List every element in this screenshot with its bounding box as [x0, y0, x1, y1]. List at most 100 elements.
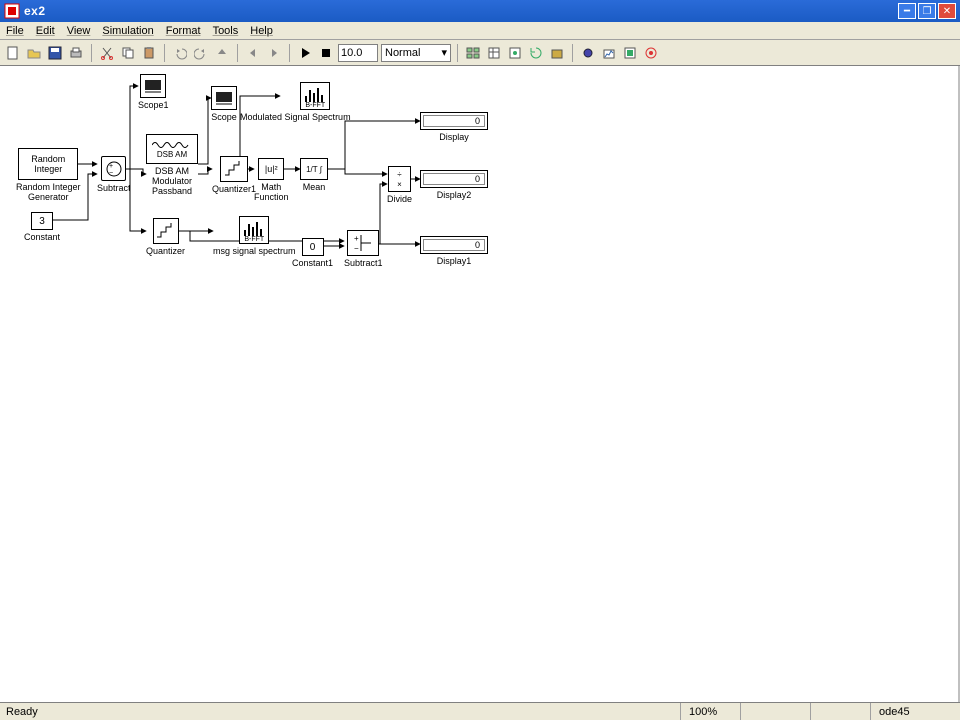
block-divide[interactable]: ÷ × Divide	[387, 166, 412, 204]
block-subtract1[interactable]: +− Subtract1	[344, 230, 383, 268]
block-quantizer[interactable]: Quantizer	[146, 218, 185, 256]
config-button[interactable]	[506, 44, 524, 62]
model-explorer-button[interactable]	[485, 44, 503, 62]
block-quantizer-label: Quantizer	[146, 246, 185, 256]
svg-text:−: −	[109, 170, 113, 177]
block-mod-spectrum[interactable]: B-FFT Modulated Signal Spectrum	[280, 82, 351, 122]
menu-help[interactable]: Help	[250, 25, 273, 37]
block-scope-label: Scope	[211, 112, 237, 122]
sum-icon: +−	[104, 159, 124, 179]
print-button[interactable]	[67, 44, 85, 62]
display2-value: 0	[423, 173, 485, 185]
spectrum-icon	[303, 86, 327, 102]
block-display1-label: Display1	[437, 256, 472, 266]
maximize-button[interactable]: ❐	[918, 3, 936, 19]
debug-button[interactable]	[579, 44, 597, 62]
dsb-l1: DSB AM	[155, 166, 189, 176]
block-constant1[interactable]: 0 Constant1	[292, 238, 333, 268]
block-mean[interactable]: 1/T ∫ Mean	[300, 158, 328, 192]
title-bar: ex2 ━ ❐ ✕	[0, 0, 960, 22]
quantizer-icon	[223, 159, 245, 179]
block-constant[interactable]: 3 Constant	[24, 212, 60, 242]
open-button[interactable]	[25, 44, 43, 62]
new-button[interactable]	[4, 44, 22, 62]
menu-tools[interactable]: Tools	[213, 25, 239, 37]
rand-int-line2: Integer	[34, 164, 62, 174]
mean-sym: 1/T ∫	[306, 165, 322, 174]
rand-int-line1: Random	[31, 154, 65, 164]
svg-text:+: +	[354, 234, 359, 243]
block-dsb-am[interactable]: DSB AM DSB AM Modulator Passband	[146, 134, 198, 196]
block-mean-label: Mean	[303, 182, 326, 192]
display1-value: 0	[423, 239, 485, 251]
save-button[interactable]	[46, 44, 64, 62]
redo-button[interactable]	[192, 44, 210, 62]
up-button[interactable]	[213, 44, 231, 62]
copy-button[interactable]	[119, 44, 137, 62]
menu-format[interactable]: Format	[166, 25, 201, 37]
block-subtract[interactable]: +− Subtract	[97, 156, 131, 193]
wave-icon	[152, 140, 192, 150]
cut-button[interactable]	[98, 44, 116, 62]
menu-simulation[interactable]: Simulation	[102, 25, 153, 37]
status-bar: Ready 100% ode45	[0, 702, 960, 720]
block-display2-label: Display2	[437, 190, 472, 200]
svg-text:−: −	[354, 244, 359, 253]
spectrum-icon	[242, 220, 266, 236]
block-msg-spectrum[interactable]: B-FFT msg signal spectrum	[213, 216, 296, 256]
block-random-integer-label: Random Integer Generator	[16, 182, 81, 202]
start-button[interactable]	[296, 44, 314, 62]
block-display2[interactable]: 0 Display2	[420, 170, 488, 200]
sim-mode-select[interactable]: Normal ▾	[381, 44, 451, 62]
coverage-button[interactable]	[621, 44, 639, 62]
model-canvas[interactable]: Scope1 Scope B-FFT Modulated Signal Spec…	[0, 66, 960, 706]
dsb-l2: Modulator	[152, 176, 192, 186]
block-math-function[interactable]: |u|² Math Function	[254, 158, 289, 202]
block-subtract1-label: Subtract1	[344, 258, 383, 268]
dsb-top-label: DSB AM	[157, 150, 187, 159]
block-constant1-label: Constant1	[292, 258, 333, 268]
divide-port1: ÷	[397, 170, 401, 179]
block-math-function-label: Math Function	[254, 182, 289, 202]
divide-port2: ×	[397, 180, 402, 189]
display-value: 0	[423, 115, 485, 127]
target-button[interactable]	[642, 44, 660, 62]
dsb-l3: Passband	[152, 186, 192, 196]
quantizer-icon	[155, 221, 177, 241]
block-display[interactable]: 0 Display	[420, 112, 488, 142]
block-msg-spectrum-label: msg signal spectrum	[213, 246, 296, 256]
stop-button[interactable]	[317, 44, 335, 62]
window-title: ex2	[24, 4, 898, 18]
svg-text:+: +	[109, 163, 113, 170]
build-button[interactable]	[548, 44, 566, 62]
block-random-integer[interactable]: Random Integer Random Integer Generator	[16, 148, 81, 202]
constant-value: 3	[39, 216, 45, 227]
block-quantizer1[interactable]: Quantizer1	[212, 156, 256, 194]
menu-file[interactable]: File	[6, 25, 24, 37]
status-ready: Ready	[0, 706, 680, 718]
paste-button[interactable]	[140, 44, 158, 62]
block-subtract-label: Subtract	[97, 183, 131, 193]
app-icon	[4, 3, 20, 19]
block-display-label: Display	[439, 132, 469, 142]
refresh-button[interactable]	[527, 44, 545, 62]
undo-button[interactable]	[171, 44, 189, 62]
sim-time-input[interactable]: 10.0	[338, 44, 378, 62]
bfft-label: B-FFT	[244, 236, 264, 243]
block-scope[interactable]: Scope	[211, 86, 237, 122]
menu-view[interactable]: View	[67, 25, 91, 37]
block-scope1[interactable]: Scope1	[138, 74, 169, 110]
block-display1[interactable]: 0 Display1	[420, 236, 488, 266]
bfft-label: B-FFT	[305, 102, 325, 109]
profiler-button[interactable]	[600, 44, 618, 62]
constant1-value: 0	[310, 242, 316, 253]
close-button[interactable]: ✕	[938, 3, 956, 19]
forward-button[interactable]	[265, 44, 283, 62]
menu-edit[interactable]: Edit	[36, 25, 55, 37]
minimize-button[interactable]: ━	[898, 3, 916, 19]
sim-mode-label: Normal	[385, 47, 420, 59]
lib-browser-button[interactable]	[464, 44, 482, 62]
block-quantizer1-label: Quantizer1	[212, 184, 256, 194]
back-button[interactable]	[244, 44, 262, 62]
status-solver: ode45	[870, 703, 960, 720]
